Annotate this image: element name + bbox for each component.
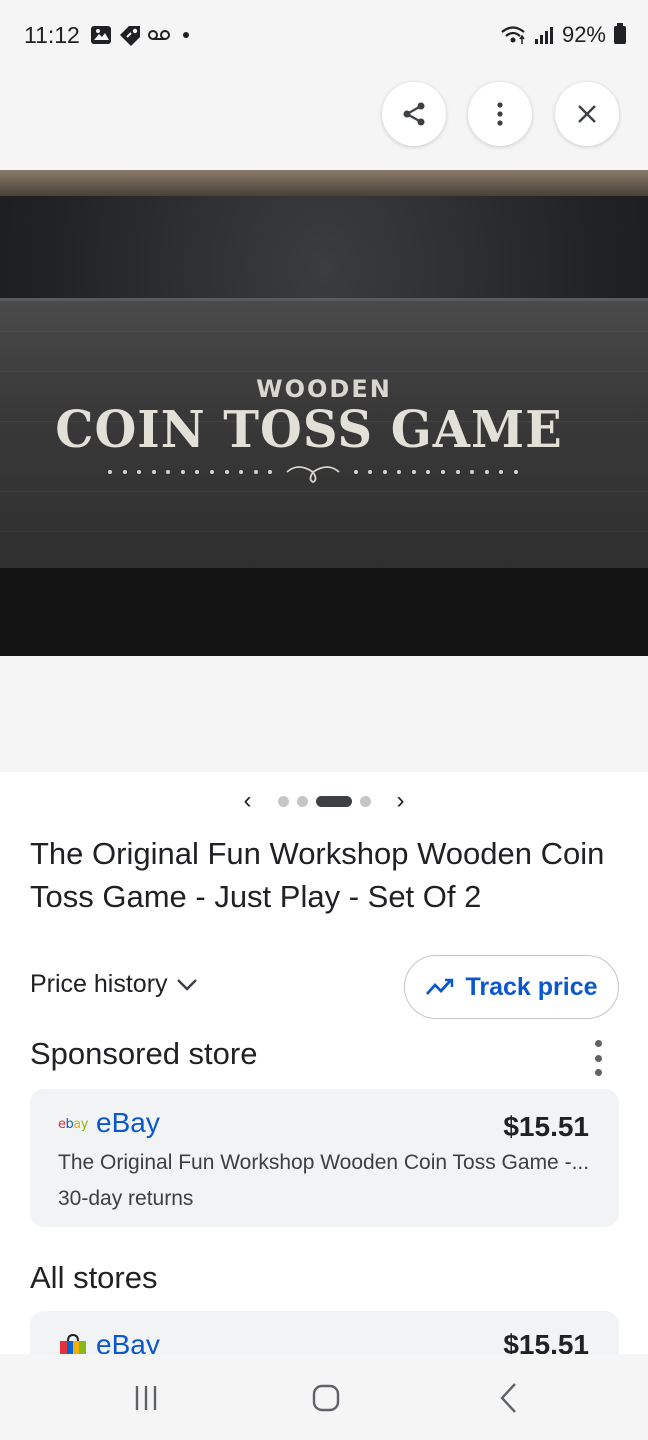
recent-apps-button[interactable] — [126, 1378, 166, 1418]
battery-icon — [614, 23, 626, 44]
pager-next-button[interactable]: › — [383, 787, 419, 815]
status-time: 11:12 — [24, 22, 80, 48]
pager-dot[interactable] — [296, 795, 308, 807]
status-bar: 11:12 92% — [0, 0, 648, 76]
close-icon — [578, 105, 596, 123]
box-text-small: WOODEN — [256, 375, 392, 403]
pager-dot[interactable] — [277, 795, 289, 807]
close-button[interactable] — [555, 82, 619, 146]
notification-icons — [90, 24, 192, 46]
chevron-down-icon — [176, 978, 197, 991]
back-button[interactable] — [488, 1378, 528, 1418]
signal-icon — [534, 27, 553, 44]
ebay-logo-icon: ebay — [58, 1117, 88, 1132]
price-history-label: Price history — [30, 970, 168, 998]
sponsored-more-button[interactable] — [588, 1040, 608, 1076]
dot-icon — [183, 32, 189, 38]
box-text-large: COIN TOSS GAME — [55, 400, 563, 460]
image-rim — [0, 170, 648, 196]
store-price: $15.51 — [503, 1111, 589, 1142]
share-icon — [403, 102, 425, 126]
pager-prev-button[interactable]: ‹ — [230, 787, 266, 815]
back-icon — [500, 1383, 516, 1413]
track-price-button[interactable]: Track price — [404, 955, 619, 1019]
ornament-icon — [286, 466, 340, 483]
box-ornament — [108, 466, 518, 483]
track-price-label: Track price — [465, 972, 598, 1001]
product-title: The Original Fun Workshop Wooden Coin To… — [30, 836, 605, 914]
store-description: The Original Fun Workshop Wooden Coin To… — [58, 1151, 590, 1174]
wifi-icon — [501, 26, 525, 44]
all-stores-heading: All stores — [30, 1260, 158, 1295]
recent-apps-icon — [135, 1386, 157, 1410]
home-button[interactable] — [304, 1378, 348, 1418]
sponsored-store-heading: Sponsored store — [30, 1036, 258, 1071]
system-nav-bar — [0, 1354, 648, 1440]
share-button[interactable] — [382, 82, 446, 146]
product-image[interactable]: WOODEN COIN TOSS GAME — [0, 170, 648, 656]
more-options-button[interactable] — [468, 82, 532, 146]
more-vert-icon — [497, 102, 503, 126]
gallery-icon — [91, 26, 111, 44]
system-icons: 92% — [500, 22, 626, 48]
store-name[interactable]: eBay — [96, 1107, 160, 1139]
top-action-area — [0, 76, 648, 170]
more-vert-icon — [594, 1040, 602, 1047]
image-shadow — [0, 568, 648, 656]
image-padding — [0, 656, 648, 772]
trending-icon — [426, 978, 454, 995]
image-pager: ‹ › — [0, 786, 648, 816]
pager-dot-active[interactable] — [315, 795, 352, 807]
sponsored-store-card[interactable]: ebay eBay $15.51 The Original Fun Worksh… — [30, 1089, 619, 1227]
voicemail-icon — [148, 30, 170, 40]
home-icon — [312, 1384, 340, 1412]
price-history-toggle[interactable]: Price history — [30, 970, 198, 999]
tag-icon — [120, 26, 140, 46]
store-returns: 30-day returns — [58, 1187, 194, 1210]
battery-percent: 92% — [561, 22, 606, 47]
pager-dot[interactable] — [359, 795, 371, 807]
